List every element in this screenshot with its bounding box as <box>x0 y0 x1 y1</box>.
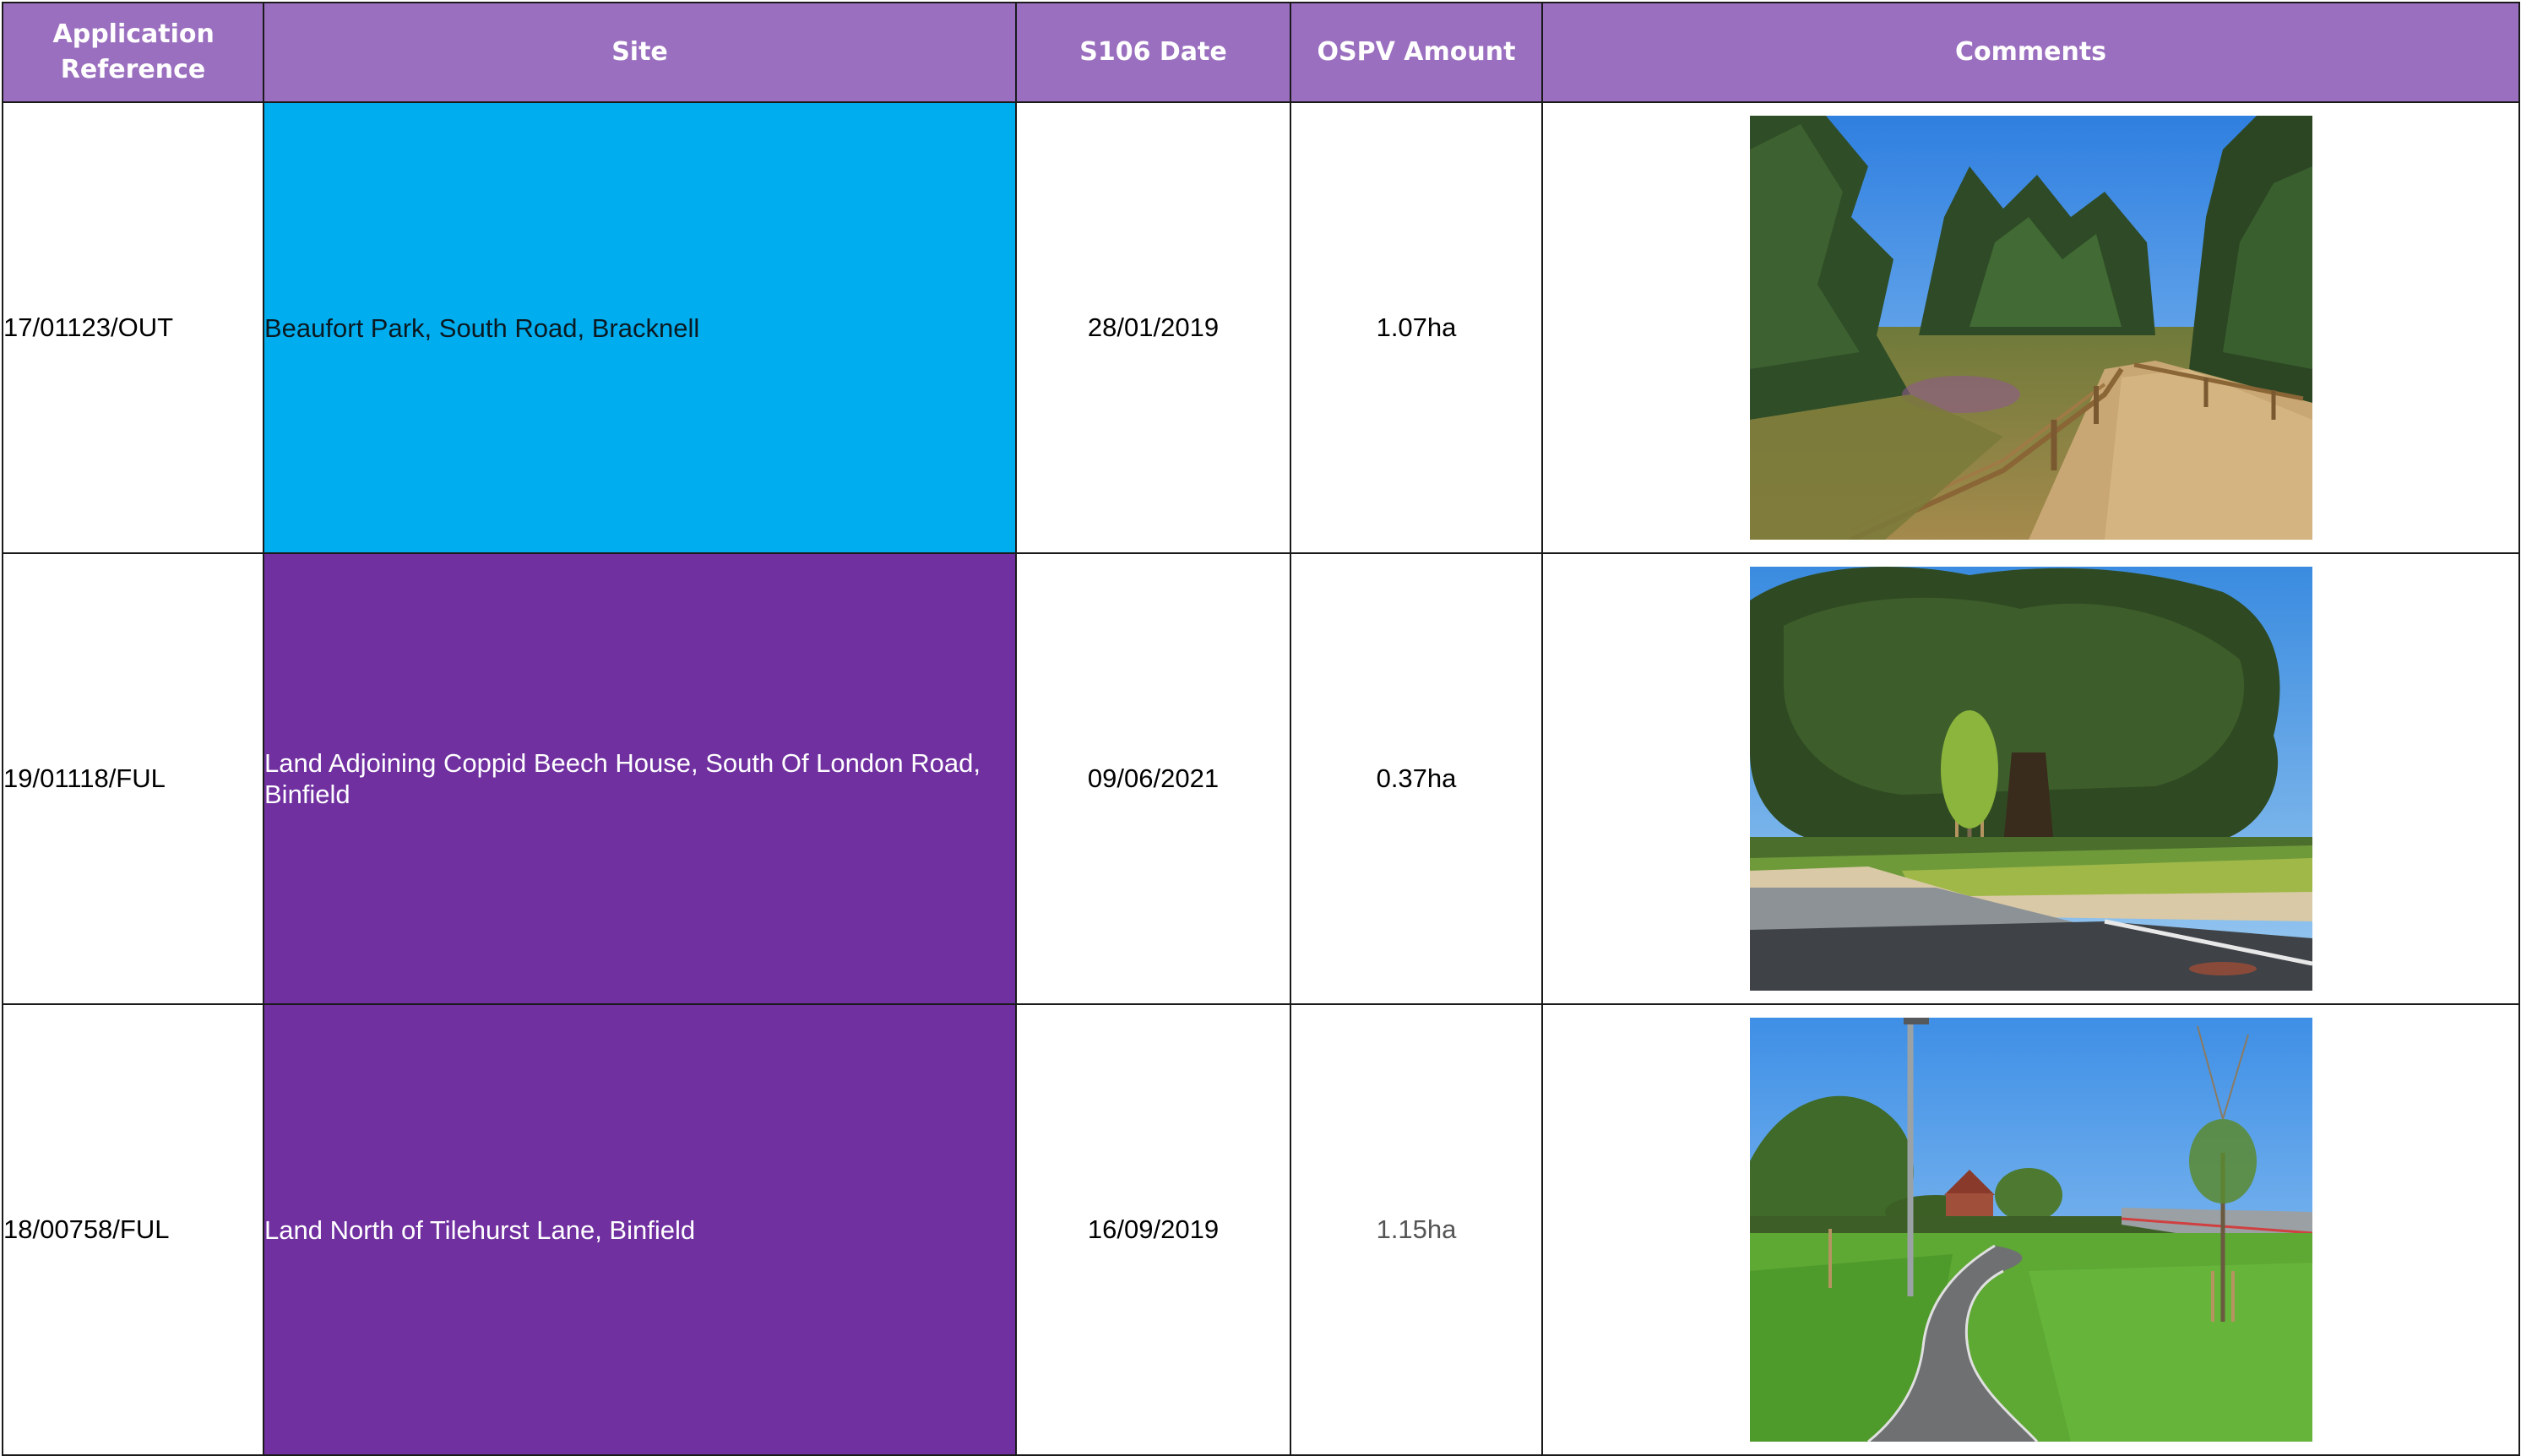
s106-date-cell: 16/09/2019 <box>1015 1003 1291 1456</box>
ospv-amount-cell: 0.37ha <box>1290 552 1543 1005</box>
comments-cell <box>1541 1003 2520 1456</box>
s106-date-cell: 09/06/2021 <box>1015 552 1291 1005</box>
table-row: 19/01118/FUL Land Adjoining Coppid Beech… <box>2 552 2520 1005</box>
header-row: Application Reference Site S106 Date OSP… <box>2 2 2520 103</box>
site-cell: Land Adjoining Coppid Beech House, South… <box>263 552 1017 1005</box>
ospv-amount-cell: 1.15ha <box>1290 1003 1543 1456</box>
ospv-amount-cell: 1.07ha <box>1290 101 1543 554</box>
header-ospv-amount: OSPV Amount <box>1290 2 1543 103</box>
application-reference-cell: 17/01123/OUT <box>2 101 264 554</box>
oak-tree-photo <box>1749 567 2312 991</box>
site-cell: Land North of Tilehurst Lane, Binfield <box>263 1003 1017 1456</box>
woodland-path-photo <box>1749 116 2312 540</box>
comments-cell <box>1541 552 2520 1005</box>
header-site: Site <box>263 2 1017 103</box>
application-reference-cell: 19/01118/FUL <box>2 552 264 1005</box>
header-application-reference: Application Reference <box>2 2 264 103</box>
table-row: 17/01123/OUT Beaufort Park, South Road, … <box>2 101 2520 554</box>
application-reference-cell: 18/00758/FUL <box>2 1003 264 1456</box>
site-cell: Beaufort Park, South Road, Bracknell <box>263 101 1017 554</box>
comments-cell <box>1541 101 2520 554</box>
header-reference-label: Application Reference <box>52 19 215 84</box>
ospv-sheet: Application Reference Site S106 Date OSP… <box>2 2 2520 1456</box>
header-s106-date: S106 Date <box>1015 2 1291 103</box>
header-comments: Comments <box>1541 2 2520 103</box>
footpath-photo <box>1749 1018 2312 1442</box>
ospv-table: Application Reference Site S106 Date OSP… <box>2 2 2520 1456</box>
table-row: 18/00758/FUL Land North of Tilehurst Lan… <box>2 1003 2520 1456</box>
s106-date-cell: 28/01/2019 <box>1015 101 1291 554</box>
